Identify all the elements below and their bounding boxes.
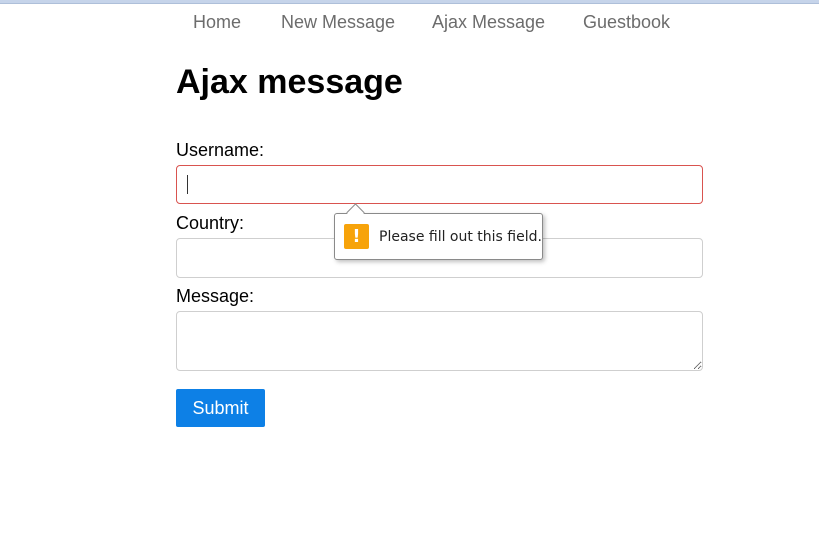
tooltip-arrow [346,203,365,222]
message-textarea[interactable] [176,311,703,371]
nav-link-home[interactable]: Home [193,12,241,33]
nav-link-ajax-message[interactable]: Ajax Message [432,12,545,33]
text-caret [187,175,188,194]
nav-link-new-message[interactable]: New Message [281,12,395,33]
username-field[interactable] [176,165,703,204]
message-label: Message: [176,286,255,306]
page-title: Ajax message [176,63,403,101]
validation-tooltip: ! Please fill out this field. [334,203,543,260]
top-navigation: Home New Message Ajax Message Guestbook [0,12,819,36]
warning-icon: ! [344,224,369,249]
country-label: Country: [176,213,245,233]
submit-button[interactable]: Submit [176,389,265,427]
username-label: Username: [176,140,265,160]
validation-message: Please fill out this field. [379,229,542,245]
browser-top-edge [0,0,819,4]
nav-link-guestbook[interactable]: Guestbook [583,12,670,33]
